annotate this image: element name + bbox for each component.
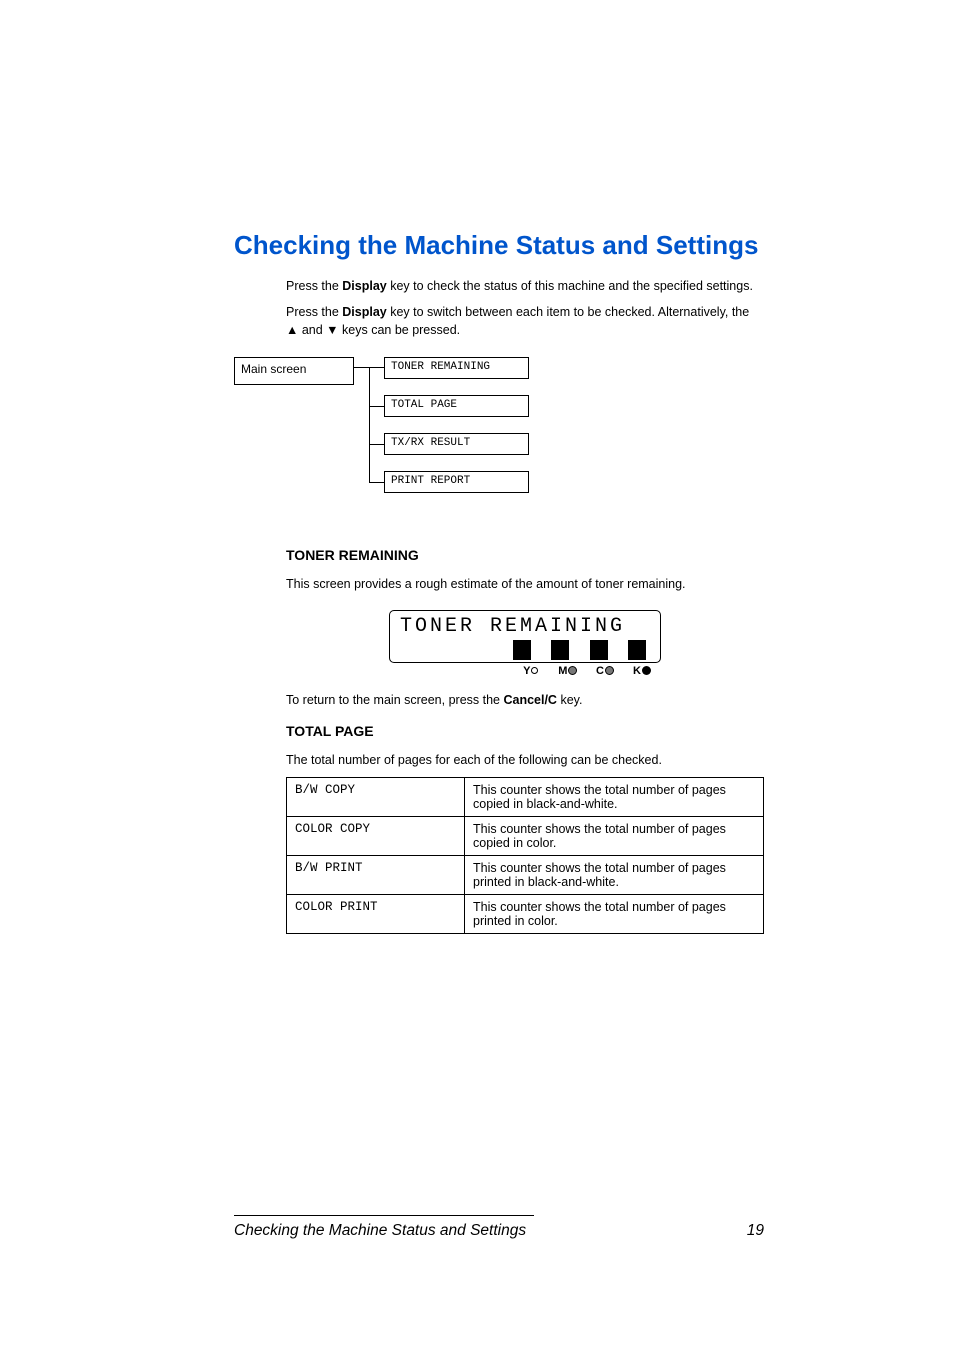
footer-divider bbox=[234, 1215, 534, 1216]
total-page-desc: The total number of pages for each of th… bbox=[286, 751, 764, 769]
counter-code: B/W PRINT bbox=[287, 855, 465, 894]
node-toner-remaining: TONER REMAINING bbox=[384, 357, 529, 379]
main-screen-box: Main screen bbox=[234, 357, 354, 385]
legend-label: K bbox=[633, 665, 641, 677]
cancel-key-label: Cancel/C bbox=[503, 693, 557, 707]
toner-bar-m bbox=[551, 640, 569, 660]
lcd-display: TONER REMAINING Y M C K bbox=[286, 610, 764, 677]
counter-code: B/W COPY bbox=[287, 777, 465, 816]
legend-label: M bbox=[558, 665, 567, 677]
footer-title: Checking the Machine Status and Settings bbox=[234, 1222, 526, 1240]
page-number: 19 bbox=[747, 1222, 764, 1240]
table-row: COLOR COPY This counter shows the total … bbox=[287, 816, 764, 855]
node-print-report: PRINT REPORT bbox=[384, 471, 529, 493]
text: key. bbox=[557, 693, 582, 707]
counter-desc: This counter shows the total number of p… bbox=[465, 777, 764, 816]
node-txrx-result: TX/RX RESULT bbox=[384, 433, 529, 455]
counter-code: COLOR COPY bbox=[287, 816, 465, 855]
counter-code: COLOR PRINT bbox=[287, 894, 465, 933]
table-row: B/W COPY This counter shows the total nu… bbox=[287, 777, 764, 816]
node-total-page: TOTAL PAGE bbox=[384, 395, 529, 417]
connector-line bbox=[369, 367, 370, 482]
connector-line bbox=[369, 444, 384, 445]
connector-line bbox=[369, 482, 384, 483]
half-circle-icon bbox=[605, 666, 614, 675]
legend-m: M bbox=[551, 665, 585, 677]
toner-desc: This screen provides a rough estimate of… bbox=[286, 575, 764, 593]
return-main-note: To return to the main screen, press the … bbox=[286, 691, 764, 709]
text: To return to the main screen, press the bbox=[286, 693, 503, 707]
heading-toner-remaining: TONER REMAINING bbox=[286, 547, 764, 563]
legend-y: Y bbox=[514, 665, 548, 677]
toner-bar-y bbox=[513, 640, 531, 660]
half-circle-icon bbox=[568, 666, 577, 675]
table-row: COLOR PRINT This counter shows the total… bbox=[287, 894, 764, 933]
legend-label: Y bbox=[523, 665, 530, 677]
connector-line bbox=[369, 406, 384, 407]
intro-paragraph-1: Press the Display key to check the statu… bbox=[286, 277, 764, 295]
toner-bar-k bbox=[628, 640, 646, 660]
heading-total-page: TOTAL PAGE bbox=[286, 723, 764, 739]
full-circle-icon bbox=[642, 666, 651, 675]
display-key-label: Display bbox=[342, 305, 386, 319]
counter-desc: This counter shows the total number of p… bbox=[465, 894, 764, 933]
legend-label: C bbox=[596, 665, 604, 677]
intro-paragraph-2: Press the Display key to switch between … bbox=[286, 303, 764, 339]
legend-c: C bbox=[588, 665, 622, 677]
total-page-table: B/W COPY This counter shows the total nu… bbox=[286, 777, 764, 934]
text: key to check the status of this machine … bbox=[387, 279, 753, 293]
open-circle-icon bbox=[531, 667, 538, 674]
section-title: Checking the Machine Status and Settings bbox=[234, 230, 764, 261]
table-row: B/W PRINT This counter shows the total n… bbox=[287, 855, 764, 894]
page-footer: Checking the Machine Status and Settings… bbox=[234, 1215, 764, 1240]
display-key-label: Display bbox=[342, 279, 386, 293]
menu-tree-diagram: Main screen TONER REMAINING TOTAL PAGE T… bbox=[234, 353, 764, 523]
text: Press the bbox=[286, 279, 342, 293]
counter-desc: This counter shows the total number of p… bbox=[465, 816, 764, 855]
toner-bar-c bbox=[590, 640, 608, 660]
text: Press the bbox=[286, 305, 342, 319]
legend-k: K bbox=[625, 665, 659, 677]
lcd-text: TONER REMAINING bbox=[400, 615, 650, 638]
lcd-bars bbox=[400, 640, 650, 660]
counter-desc: This counter shows the total number of p… bbox=[465, 855, 764, 894]
